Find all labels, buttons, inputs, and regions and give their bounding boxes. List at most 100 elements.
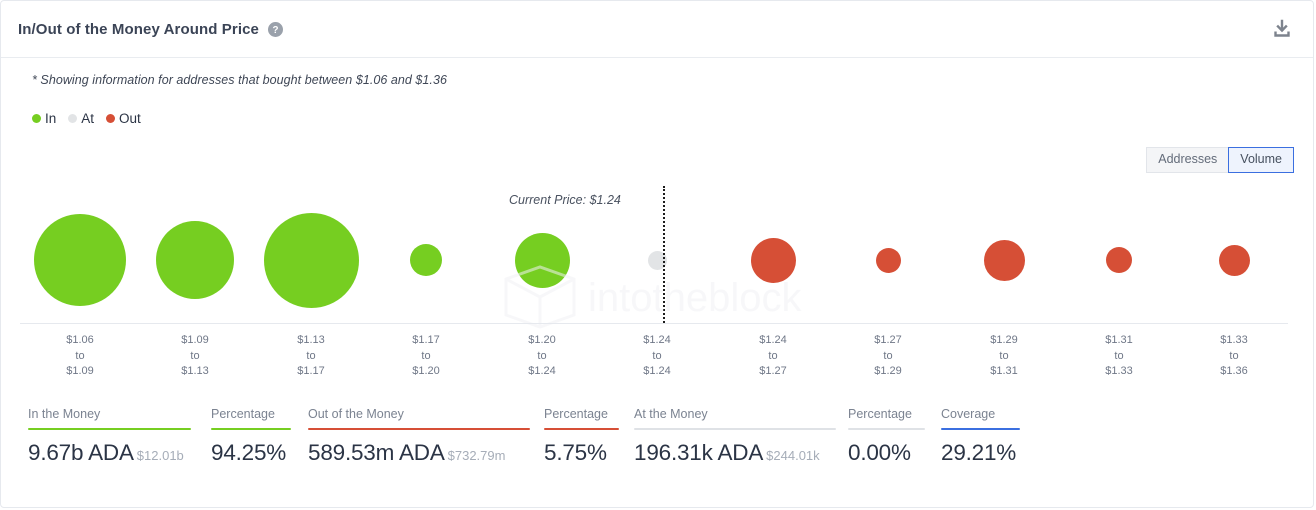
tick-to: $1.33 [1105, 365, 1133, 377]
legend-item-in[interactable]: In [32, 111, 56, 126]
tick-to: $1.20 [412, 365, 440, 377]
stat-subvalue: $244.01k [766, 448, 820, 463]
tick-to: $1.17 [297, 365, 325, 377]
bubble-out-9[interactable] [983, 239, 1025, 281]
tick-from: $1.20 [528, 334, 556, 346]
x-tick-6: $1.24 to $1.24 [612, 333, 702, 380]
stat-percentage-4: Percentage 5.75% [544, 406, 619, 466]
tick-to-word: to [652, 349, 662, 362]
tick-from: $1.33 [1220, 334, 1248, 346]
tick-from: $1.09 [181, 334, 209, 346]
tick-from: $1.27 [874, 334, 902, 346]
x-tick-4: $1.17 to $1.20 [381, 333, 471, 380]
stat-at-the-money-5: At the Money 196.31k ADA $244.01k [634, 406, 836, 466]
bubble-in-3[interactable] [263, 212, 359, 308]
tick-to-word: to [768, 349, 778, 362]
legend-label-in: In [45, 111, 57, 126]
summary-stats: In the Money 9.67b ADA $12.01b Percentage 94… [1, 406, 1315, 496]
disclaimer-note: * Showing information for addresses that… [32, 73, 447, 87]
stat-underline [28, 428, 191, 430]
stat-label: Percentage [211, 407, 275, 421]
tick-from: $1.24 [759, 334, 787, 346]
tick-to-word: to [1114, 349, 1124, 362]
stat-value: 589.53m ADA $732.79m [308, 440, 506, 465]
stat-label: In the Money [28, 407, 101, 421]
bubble-in-5[interactable] [514, 232, 570, 288]
stat-underline [544, 428, 619, 430]
chart-legend: In At Out [32, 111, 149, 126]
tick-to: $1.09 [66, 365, 94, 377]
stat-underline [941, 428, 1020, 430]
tick-to-word: to [537, 349, 547, 362]
legend-dot-at-icon [68, 114, 78, 123]
stat-value: 196.31k ADA $244.01k [634, 440, 820, 465]
tick-to: $1.36 [1220, 365, 1248, 377]
bubble-out-10[interactable] [1106, 247, 1132, 273]
svg-text:?: ? [272, 25, 278, 36]
stat-value: 9.67b ADA $12.01b [28, 440, 184, 465]
card-header: In/Out of the Money Around Price ? [1, 1, 1313, 58]
stat-value: 29.21% [941, 440, 1017, 465]
tick-to-word: to [421, 349, 431, 362]
bubble-out-11[interactable] [1218, 244, 1250, 276]
tick-to: $1.24 [643, 365, 671, 377]
tick-from: $1.31 [1105, 334, 1133, 346]
stat-label: Percentage [848, 407, 912, 421]
download-icon[interactable] [1271, 18, 1293, 40]
legend-item-at[interactable]: At [68, 111, 94, 126]
stat-in-the-money-1: In the Money 9.67b ADA $12.01b [28, 406, 191, 466]
tick-to-word: to [75, 349, 85, 362]
stat-label: Coverage [941, 407, 996, 421]
bubble-in-2[interactable] [156, 221, 234, 299]
stat-underline [634, 428, 836, 430]
page-title: In/Out of the Money Around Price [18, 21, 259, 38]
tick-to-word: to [883, 349, 893, 362]
legend-label-out: Out [119, 111, 141, 126]
stat-value: 0.00% [848, 440, 911, 465]
tick-from: $1.13 [297, 334, 325, 346]
stat-underline [211, 428, 291, 430]
tick-from: $1.17 [412, 334, 440, 346]
toggle-volume-button[interactable]: Volume [1228, 147, 1294, 173]
x-tick-11: $1.33 to $1.36 [1189, 333, 1279, 380]
x-tick-9: $1.29 to $1.31 [959, 333, 1049, 380]
x-tick-8: $1.27 to $1.29 [843, 333, 933, 380]
question-circle-icon[interactable]: ? [268, 22, 283, 37]
stat-underline [848, 428, 925, 430]
current-price-label: Current Price: $1.24 [509, 193, 621, 207]
x-axis-line [20, 323, 1288, 324]
tick-to: $1.29 [874, 365, 902, 377]
stat-percentage-6: Percentage 0.00% [848, 406, 925, 466]
tick-to: $1.27 [759, 365, 787, 377]
tick-to: $1.13 [181, 365, 209, 377]
legend-dot-in-icon [32, 114, 41, 123]
x-tick-7: $1.24 to $1.27 [728, 333, 818, 380]
bubble-in-1[interactable] [34, 214, 126, 306]
bubble-out-8[interactable] [875, 247, 901, 273]
stat-label: At the Money [634, 407, 708, 421]
x-tick-5: $1.20 to $1.24 [497, 333, 587, 380]
tick-from: $1.29 [990, 334, 1018, 346]
legend-item-out[interactable]: Out [106, 111, 141, 126]
stat-percentage-2: Percentage 94.25% [211, 406, 291, 466]
x-tick-2: $1.09 to $1.13 [150, 333, 240, 380]
in-out-of-money-card: In/Out of the Money Around Price ? * Sho… [0, 0, 1314, 508]
stat-value: 94.25% [211, 440, 287, 465]
tick-to-word: to [190, 349, 200, 362]
x-tick-3: $1.13 to $1.17 [266, 333, 356, 380]
stat-subvalue: $732.79m [447, 448, 506, 463]
tick-to: $1.31 [990, 365, 1018, 377]
tick-to-word: to [999, 349, 1009, 362]
tick-from: $1.24 [643, 334, 671, 346]
bubble-out-7[interactable] [750, 237, 796, 283]
bubble-plot: Current Price: $1.24 [1, 186, 1315, 326]
metric-toggle-group: Addresses Volume [1146, 147, 1294, 173]
bubble-in-4[interactable] [410, 244, 442, 276]
tick-to-word: to [1229, 349, 1239, 362]
toggle-addresses-button[interactable]: Addresses [1146, 147, 1230, 173]
stat-value: 5.75% [544, 440, 607, 465]
x-tick-10: $1.31 to $1.33 [1074, 333, 1164, 380]
stat-label: Out of the Money [308, 407, 404, 421]
stat-subvalue: $12.01b [136, 448, 184, 463]
legend-dot-out-icon [106, 114, 116, 123]
